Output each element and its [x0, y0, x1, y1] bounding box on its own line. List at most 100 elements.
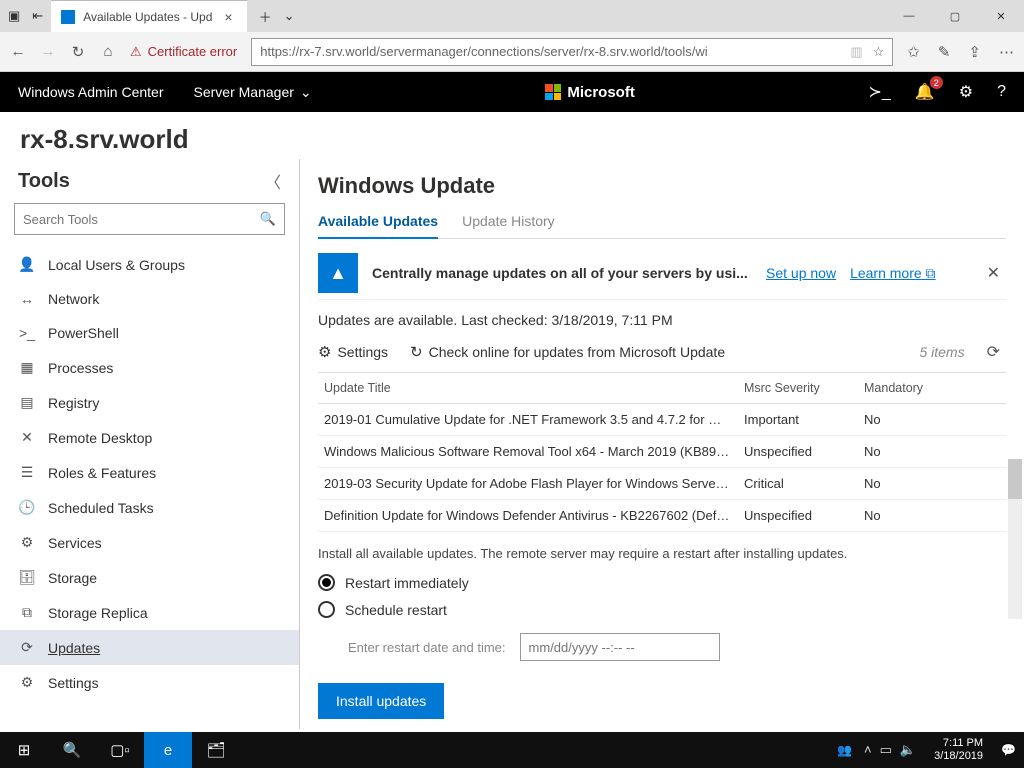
- sidebar-item-settings[interactable]: ⚙Settings: [0, 665, 299, 700]
- sidebar-item-powershell[interactable]: >_PowerShell: [0, 316, 299, 350]
- collapse-sidebar-icon[interactable]: 〈: [265, 169, 281, 193]
- notification-badge: 2: [930, 76, 943, 89]
- certificate-warning[interactable]: ⚠ Certificate error: [130, 44, 237, 60]
- main-area: Tools 〈 🔍 👤Local Users & Groups↔Network>…: [0, 159, 1024, 729]
- radio-schedule-icon[interactable]: [318, 601, 335, 618]
- server-manager-menu[interactable]: Server Manager ⌄: [194, 84, 312, 101]
- refresh-icon[interactable]: ↻: [70, 43, 86, 61]
- install-updates-button[interactable]: Install updates: [318, 683, 444, 719]
- restart-now-option[interactable]: Restart immediately: [318, 569, 1006, 596]
- favorite-star-icon[interactable]: ☆: [873, 44, 885, 60]
- sidebar-item-updates[interactable]: ⟳Updates: [0, 630, 299, 665]
- cascade-icon[interactable]: ▣: [8, 8, 20, 24]
- updates-grid-header: Update Title Msrc Severity Mandatory: [318, 372, 1006, 404]
- sidebar-item-storage[interactable]: 🗄Storage: [0, 560, 299, 595]
- people-icon[interactable]: 👥: [837, 743, 852, 757]
- tab-available-updates[interactable]: Available Updates: [318, 209, 438, 239]
- radio-schedule-label: Schedule restart: [345, 602, 447, 618]
- sidebar-item-processes[interactable]: ▦Processes: [0, 350, 299, 385]
- cell-mandatory: No: [858, 468, 938, 499]
- banner-close-icon[interactable]: ✕: [981, 263, 1006, 283]
- grid-refresh-icon[interactable]: ⟳: [987, 342, 1006, 362]
- share-icon[interactable]: ⇪: [968, 43, 981, 61]
- banner-text: Centrally manage updates on all of your …: [372, 265, 752, 281]
- tool-icon: ▦: [18, 359, 36, 376]
- update-row[interactable]: 2019-01 Cumulative Update for .NET Frame…: [318, 404, 1006, 436]
- console-icon[interactable]: ≻_: [869, 82, 891, 102]
- notifications-icon[interactable]: 🔔2: [915, 82, 935, 102]
- refresh-icon: ↻: [410, 343, 423, 361]
- start-button[interactable]: ⊞: [0, 732, 48, 768]
- address-actions: ✩ ✎ ⇪ ⋯: [907, 43, 1014, 61]
- edge-taskbar-icon[interactable]: e: [144, 732, 192, 768]
- cell-mandatory: No: [858, 500, 938, 531]
- system-tray[interactable]: ˄ ▭ 🔈: [864, 742, 916, 758]
- search-icon[interactable]: 🔍: [260, 211, 276, 227]
- back-icon[interactable]: ←: [10, 43, 26, 60]
- sidebar-item-local-users-groups[interactable]: 👤Local Users & Groups: [0, 247, 299, 282]
- sidebar-item-network[interactable]: ↔Network: [0, 282, 299, 316]
- col-header-title[interactable]: Update Title: [318, 373, 738, 403]
- window-controls: — ▢ ✕: [886, 0, 1024, 32]
- minimize-button[interactable]: —: [886, 0, 932, 32]
- banner-setup-link[interactable]: Set up now: [766, 265, 836, 281]
- schedule-restart-option[interactable]: Schedule restart: [318, 596, 1006, 623]
- reading-view-icon[interactable]: ▥: [850, 44, 862, 60]
- sound-tray-icon[interactable]: 🔈: [900, 742, 916, 758]
- close-window-button[interactable]: ✕: [978, 0, 1024, 32]
- taskbar-right: 👥 ˄ ▭ 🔈 7:11 PM 3/18/2019 💬: [837, 737, 1024, 763]
- grid-scrollbar[interactable]: [1008, 459, 1022, 619]
- sidebar-item-storage-replica[interactable]: ⧉Storage Replica: [0, 595, 299, 630]
- sidebar-item-remote-desktop[interactable]: ✕Remote Desktop: [0, 420, 299, 455]
- page-tabs: Available Updates Update History: [318, 209, 1006, 239]
- home-icon[interactable]: ⌂: [100, 43, 116, 60]
- task-view-button[interactable]: ▢▫: [96, 732, 144, 768]
- tool-label: PowerShell: [48, 325, 119, 341]
- schedule-datetime-row: Enter restart date and time:: [318, 623, 1006, 661]
- update-row[interactable]: 2019-03 Security Update for Adobe Flash …: [318, 468, 1006, 500]
- url-input[interactable]: https://rx-7.srv.world/servermanager/con…: [251, 38, 893, 66]
- more-icon[interactable]: ⋯: [999, 43, 1014, 61]
- col-header-severity[interactable]: Msrc Severity: [738, 373, 858, 403]
- browser-tab[interactable]: Available Updates - Upd ×: [51, 0, 246, 32]
- update-row[interactable]: Windows Malicious Software Removal Tool …: [318, 436, 1006, 468]
- tool-icon: ⧉: [18, 604, 36, 621]
- tool-icon: ☰: [18, 464, 36, 481]
- tray-up-icon[interactable]: ˄: [864, 742, 872, 758]
- new-tab-icon[interactable]: ＋: [259, 7, 272, 26]
- radio-now-icon[interactable]: [318, 574, 335, 591]
- tab-close-icon[interactable]: ×: [220, 9, 236, 25]
- sidebar-item-roles-features[interactable]: ☰Roles & Features: [0, 455, 299, 490]
- search-tools-input[interactable]: [23, 212, 260, 227]
- sidebar-item-services[interactable]: ⚙Services: [0, 525, 299, 560]
- sidebar-toggle-icon[interactable]: ⇤: [32, 8, 43, 24]
- tab-update-history[interactable]: Update History: [462, 209, 555, 238]
- banner-learn-link[interactable]: Learn more ⧉: [850, 265, 935, 282]
- settings-command[interactable]: ⚙Settings: [318, 343, 388, 361]
- favorites-icon[interactable]: ✩: [907, 43, 920, 61]
- notes-icon[interactable]: ✎: [938, 43, 951, 61]
- update-row[interactable]: Definition Update for Windows Defender A…: [318, 500, 1006, 532]
- tabs-chevron-icon[interactable]: ⌄: [284, 8, 295, 24]
- search-button[interactable]: 🔍: [48, 732, 96, 768]
- help-icon[interactable]: ?: [997, 83, 1006, 101]
- network-tray-icon[interactable]: ▭: [880, 742, 892, 758]
- check-online-command[interactable]: ↻Check online for updates from Microsoft…: [410, 343, 725, 361]
- banner-azure-icon: ▲: [318, 253, 358, 293]
- taskbar-clock[interactable]: 7:11 PM 3/18/2019: [928, 737, 989, 763]
- explorer-taskbar-icon[interactable]: 🗂: [192, 732, 240, 768]
- maximize-button[interactable]: ▢: [932, 0, 978, 32]
- tab-title: Available Updates - Upd: [83, 10, 212, 24]
- settings-gear-icon[interactable]: ⚙: [959, 82, 973, 102]
- tool-icon: 🕒: [18, 499, 36, 516]
- col-header-mandatory[interactable]: Mandatory: [858, 373, 938, 403]
- action-center-icon[interactable]: 💬: [1001, 743, 1016, 757]
- search-tools-box[interactable]: 🔍: [14, 203, 285, 235]
- sidebar-item-registry[interactable]: ▤Registry: [0, 385, 299, 420]
- sidebar-item-scheduled-tasks[interactable]: 🕒Scheduled Tasks: [0, 490, 299, 525]
- datetime-input[interactable]: [520, 633, 720, 661]
- wac-brand[interactable]: Windows Admin Center: [18, 84, 164, 100]
- scroll-thumb[interactable]: [1008, 459, 1022, 499]
- tool-icon: ⚙: [18, 534, 36, 551]
- cert-warning-label: Certificate error: [148, 44, 238, 59]
